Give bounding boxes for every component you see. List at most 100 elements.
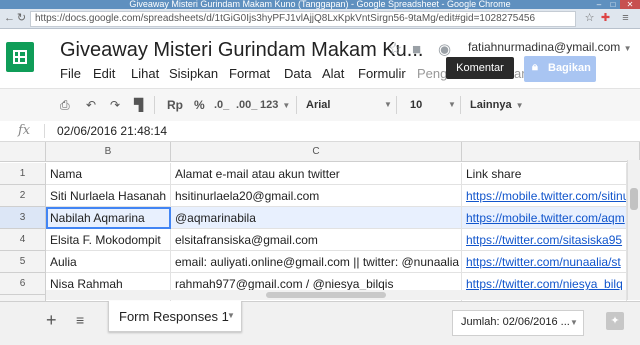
window-titlebar: Giveaway Misteri Gurindam Makam Kuno (Ta… xyxy=(0,0,640,9)
undo-icon[interactable]: ↶ xyxy=(86,98,96,112)
cell-contact[interactable]: Alamat e-mail atau akun twitter xyxy=(171,163,462,185)
scrollbar-thumb[interactable] xyxy=(266,292,386,298)
chevron-down-icon: ▼ xyxy=(570,318,578,327)
print-icon[interactable]: ⎙ xyxy=(60,98,70,112)
chevron-down-icon: ▼ xyxy=(384,100,392,109)
menu-insert[interactable]: Sisipkan xyxy=(169,66,218,82)
chevron-down-icon[interactable]: ▼ xyxy=(227,311,235,320)
menu-view[interactable]: Lihat xyxy=(131,66,159,82)
sheet-tab-label: Form Responses 1 xyxy=(119,309,229,324)
cell-contact[interactable]: email: auliyati.online@gmail.com || twit… xyxy=(171,251,462,273)
more-formats-button[interactable]: 123 ▼ xyxy=(260,98,290,113)
row-header-4[interactable]: 4 xyxy=(0,229,46,251)
close-window-button[interactable]: ✕ xyxy=(620,0,640,9)
function-icon: fx xyxy=(18,123,31,138)
cell-link-share[interactable]: https://mobile.twitter.com/aqm xyxy=(462,207,627,229)
chevron-down-icon: ▼ xyxy=(282,101,291,110)
decrease-decimal-button[interactable]: .0_ xyxy=(214,98,229,112)
font-family-value: Arial xyxy=(306,99,331,111)
row-header-5[interactable]: 5 xyxy=(0,251,46,273)
menu-edit[interactable]: Edit xyxy=(93,66,115,82)
minimize-button[interactable]: – xyxy=(592,0,606,9)
cell-link-share[interactable]: https://twitter.com/nunaalia/st xyxy=(462,251,627,273)
paint-format-icon[interactable]: ▜ xyxy=(134,98,143,112)
currency-format-button[interactable]: Rp xyxy=(167,98,183,112)
vertical-scrollbar[interactable] xyxy=(627,160,640,300)
horizontal-scrollbar[interactable] xyxy=(46,290,626,300)
user-account[interactable]: fatiahnurmadina@ymail.com ▼ xyxy=(468,40,632,54)
document-title[interactable]: Giveaway Misteri Gurindam Makam Ku... xyxy=(60,38,423,62)
toolbar: ⎙ ↶ ↷ ▜ Rp % .0_ .00_ 123 ▼ Arial ▼ 10 ▼ La… xyxy=(0,88,640,122)
toolbar-divider xyxy=(296,96,297,114)
cell-contact[interactable]: @aqmarinabila xyxy=(171,207,462,229)
chevron-down-icon: ▼ xyxy=(515,101,524,110)
explore-icon[interactable]: ✦ xyxy=(606,312,624,330)
sheets-logo-icon[interactable] xyxy=(6,42,34,72)
sum-indicator[interactable]: Jumlah: 02/06/2016 ... ▼ xyxy=(452,310,584,336)
all-sheets-icon[interactable]: ≡ xyxy=(76,312,84,328)
toolbar-divider xyxy=(460,96,461,114)
active-cell-selection xyxy=(46,207,171,229)
row-header-1[interactable]: 1 xyxy=(0,163,46,185)
url-field[interactable]: https://docs.google.com/spreadsheets/d/1… xyxy=(30,11,576,27)
more-options-dropdown[interactable]: Lainnya ▼ xyxy=(470,98,524,113)
more-label: Lainnya xyxy=(470,99,512,111)
row-header-2[interactable]: 2 xyxy=(0,185,46,207)
sheet-tab[interactable]: Form Responses 1 ▼ xyxy=(108,301,242,332)
formula-bar: fx 02/06/2016 21:48:14 xyxy=(0,121,640,142)
cell-name[interactable]: Aulia xyxy=(46,251,171,273)
extension-icon[interactable]: ✚ xyxy=(600,11,611,25)
cell-link-share[interactable]: https://mobile.twitter.com/sitinu xyxy=(462,185,627,207)
cell-name[interactable]: Elsita F. Mokodompit xyxy=(46,229,171,251)
share-button[interactable]: 🔒︎ Bagikan xyxy=(524,56,596,82)
cell-link-share[interactable]: https://twitter.com/sitasiska95 xyxy=(462,229,627,251)
formula-input[interactable]: 02/06/2016 21:48:14 xyxy=(57,124,167,138)
column-header-c[interactable]: C xyxy=(171,142,462,162)
sync-icon: ◉ xyxy=(438,41,452,58)
more-formats-label: 123 xyxy=(260,99,279,111)
reload-icon[interactable]: ↻ xyxy=(16,11,27,25)
select-all-corner[interactable] xyxy=(0,142,46,162)
cell-name[interactable]: Nama xyxy=(46,163,171,185)
sum-label: Jumlah: 02/06/2016 ... xyxy=(461,316,570,328)
star-icon[interactable]: ☆ xyxy=(388,42,402,58)
formula-divider xyxy=(44,124,45,138)
star-bookmark-icon[interactable]: ☆ xyxy=(584,11,595,25)
scrollbar-thumb[interactable] xyxy=(630,188,638,210)
address-bar-area: ← ↻ https://docs.google.com/spreadsheets… xyxy=(0,9,640,29)
row-header-6[interactable]: 6 xyxy=(0,273,46,295)
menu-format[interactable]: Format xyxy=(229,66,270,82)
lock-icon: 🔒︎ xyxy=(532,61,538,73)
cell-contact[interactable]: hsitinurlaela20@gmail.com xyxy=(171,185,462,207)
comments-tooltip: Komentar xyxy=(446,57,514,79)
chrome-menu-icon[interactable]: ≡ xyxy=(620,11,631,25)
toolbar-divider xyxy=(154,96,155,114)
menu-data[interactable]: Data xyxy=(284,66,311,82)
window-title: Giveaway Misteri Gurindam Makam Kuno (Ta… xyxy=(129,0,511,9)
menu-tools[interactable]: Alat xyxy=(322,66,344,82)
maximize-button[interactable]: □ xyxy=(606,0,620,9)
add-sheet-icon[interactable]: + xyxy=(46,310,57,331)
cell-link-share[interactable]: Link share xyxy=(462,163,627,185)
user-email: fatiahnurmadina@ymail.com xyxy=(468,40,621,54)
redo-icon[interactable]: ↷ xyxy=(110,98,120,112)
column-header-d[interactable] xyxy=(462,142,640,162)
cell-name[interactable]: Siti Nurlaela Hasanah xyxy=(46,185,171,207)
back-icon[interactable]: ← xyxy=(4,11,15,25)
menu-file[interactable]: File xyxy=(60,66,81,82)
folder-icon[interactable]: ■ xyxy=(412,42,421,58)
toolbar-divider xyxy=(396,96,397,114)
row-header-3[interactable]: 3 xyxy=(0,207,46,229)
menu-form[interactable]: Formulir xyxy=(358,66,406,82)
font-size-dropdown[interactable]: 10 ▼ xyxy=(410,98,456,112)
chevron-down-icon: ▼ xyxy=(623,44,632,53)
chevron-down-icon: ▼ xyxy=(448,100,456,109)
percent-format-button[interactable]: % xyxy=(194,98,205,112)
column-header-b[interactable]: B xyxy=(46,142,171,162)
share-label: Bagikan xyxy=(548,62,591,74)
menu-addons[interactable]: Peng xyxy=(417,66,447,82)
font-size-value: 10 xyxy=(410,99,423,111)
increase-decimal-button[interactable]: .00_ xyxy=(236,98,257,112)
font-family-dropdown[interactable]: Arial ▼ xyxy=(306,98,392,112)
cell-contact[interactable]: elsitafransiska@gmail.com xyxy=(171,229,462,251)
